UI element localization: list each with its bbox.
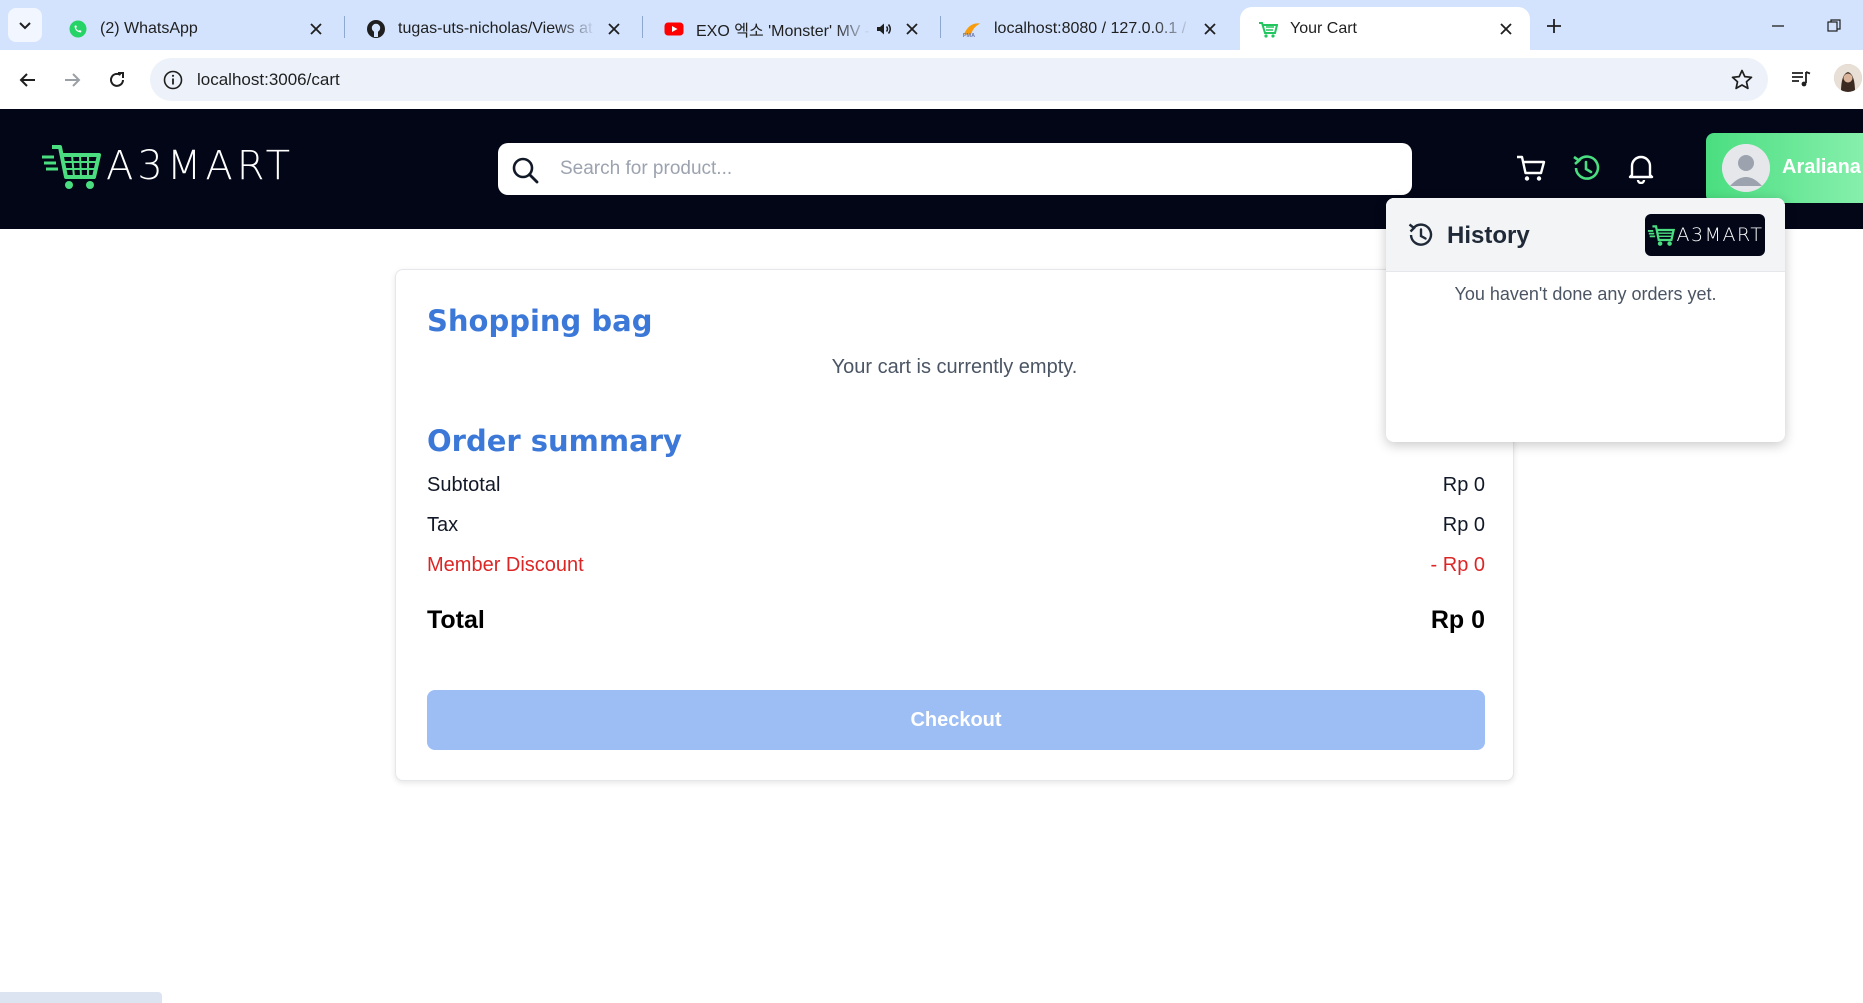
close-icon[interactable] (1496, 19, 1516, 39)
cart-logo-icon (42, 145, 101, 189)
cart-empty-message: Your cart is currently empty. (831, 356, 1078, 378)
subtotal-label: Subtotal (427, 474, 501, 496)
tax-value: Rp 0 (1442, 514, 1485, 536)
browser-toolbar: localhost:3006/cart (0, 50, 1863, 109)
checkout-button[interactable]: Checkout (427, 690, 1485, 750)
address-bar[interactable]: localhost:3006/cart (150, 58, 1768, 101)
product-search (498, 143, 1412, 195)
arrow-left-icon (19, 73, 35, 87)
media-control-button[interactable] (1786, 64, 1816, 94)
reload-button[interactable] (101, 64, 133, 96)
github-icon (366, 19, 386, 39)
reload-icon (110, 72, 124, 87)
bell-icon (1628, 155, 1654, 184)
tab-title: EXO 엑소 'Monster' MV - Yo (696, 22, 870, 40)
shopping-bag-title: Shopping bag (427, 304, 653, 338)
tab-divider (940, 16, 941, 38)
history-brand-logo: A3MART (1645, 214, 1765, 256)
tab-title: tugas-uts-nicholas/Views at ara (398, 19, 596, 37)
new-tab-button[interactable] (1540, 12, 1568, 40)
brand-logo[interactable]: A3MART (40, 141, 294, 191)
tab-search-button[interactable] (8, 8, 42, 42)
youtube-icon (664, 19, 684, 39)
a3mart-cart-icon (1258, 19, 1278, 39)
tax-row: Tax Rp 0 (427, 514, 1485, 537)
forward-button[interactable] (56, 64, 88, 96)
tab-title: (2) WhatsApp (100, 19, 198, 37)
minimize-button[interactable] (1764, 12, 1792, 40)
history-title: History (1447, 222, 1530, 249)
browser-tab-strip: (2) WhatsApp tugas-uts-nicholas/Views at… (0, 0, 1863, 50)
search-input[interactable] (560, 151, 1390, 187)
restore-icon (1827, 19, 1841, 32)
user-avatar-icon (1722, 144, 1770, 192)
cart-button[interactable] (1514, 151, 1548, 185)
subtotal-row: Subtotal Rp 0 (427, 474, 1485, 497)
arrow-right-icon (65, 73, 81, 87)
brand-name: A3MART (106, 143, 295, 189)
avatar (1722, 144, 1770, 192)
close-icon[interactable] (902, 19, 922, 39)
subtotal-value: Rp 0 (1442, 474, 1485, 496)
chevron-down-icon (19, 22, 31, 30)
browser-tab-github[interactable]: tugas-uts-nicholas/Views at ara (348, 7, 638, 50)
restore-button[interactable] (1820, 12, 1848, 40)
cart-card: Shopping bag Your cart is currently empt… (395, 269, 1514, 781)
cart-icon (1517, 155, 1546, 181)
browser-tab-phpmyadmin[interactable]: PMA localhost:8080 / 127.0.0.1 / dev (944, 7, 1234, 50)
browser-profile-avatar[interactable] (1834, 64, 1862, 92)
tab-title: localhost:8080 / 127.0.0.1 / dev (994, 19, 1192, 37)
tab-title: Your Cart (1290, 19, 1357, 37)
tab-divider (642, 16, 643, 38)
site-info-icon[interactable] (162, 69, 184, 91)
close-icon[interactable] (604, 19, 624, 39)
history-icon (1573, 155, 1600, 180)
history-header: History A3MART (1386, 198, 1785, 272)
history-dropdown: History A3MART You haven't done any orde… (1386, 198, 1785, 442)
whatsapp-icon (68, 19, 88, 39)
user-name: Araliana (1782, 156, 1861, 178)
music-queue-icon (1792, 71, 1811, 87)
total-label: Total (427, 606, 485, 634)
minimize-icon (1772, 25, 1784, 27)
history-empty-message: You haven't done any orders yet. (1454, 284, 1717, 304)
total-row: Total Rp 0 (427, 606, 1485, 635)
user-profile-button[interactable]: Araliana (1706, 133, 1863, 203)
tab-divider (344, 16, 345, 38)
member-discount-value: - Rp 0 (1430, 554, 1485, 576)
back-button[interactable] (12, 64, 44, 96)
phpmyadmin-icon: PMA (962, 19, 982, 39)
tax-label: Tax (427, 514, 459, 536)
cart-logo-icon (1647, 225, 1675, 246)
close-icon[interactable] (306, 19, 326, 39)
browser-tab-your-cart[interactable]: Your Cart (1240, 7, 1530, 50)
bookmark-star-icon[interactable] (1730, 68, 1754, 92)
order-summary-title: Order summary (427, 424, 682, 458)
member-discount-label: Member Discount (427, 554, 584, 576)
search-icon[interactable] (510, 155, 540, 185)
browser-tab-whatsapp[interactable]: (2) WhatsApp (50, 7, 340, 50)
notifications-button[interactable] (1624, 151, 1658, 185)
url-text[interactable]: localhost:3006/cart (197, 70, 340, 90)
browser-tab-youtube[interactable]: EXO 엑소 'Monster' MV - Yo (646, 7, 936, 50)
svg-text:PMA: PMA (963, 33, 975, 39)
history-brand-name: A3MART (1676, 224, 1764, 246)
plus-icon (1547, 19, 1561, 33)
speaker-icon[interactable] (874, 19, 894, 39)
history-icon (1408, 223, 1433, 246)
total-value: Rp 0 (1430, 606, 1485, 634)
close-icon[interactable] (1200, 19, 1220, 39)
member-discount-row: Member Discount - Rp 0 (427, 554, 1485, 577)
history-button[interactable] (1569, 151, 1603, 185)
status-bubble (0, 992, 162, 1003)
